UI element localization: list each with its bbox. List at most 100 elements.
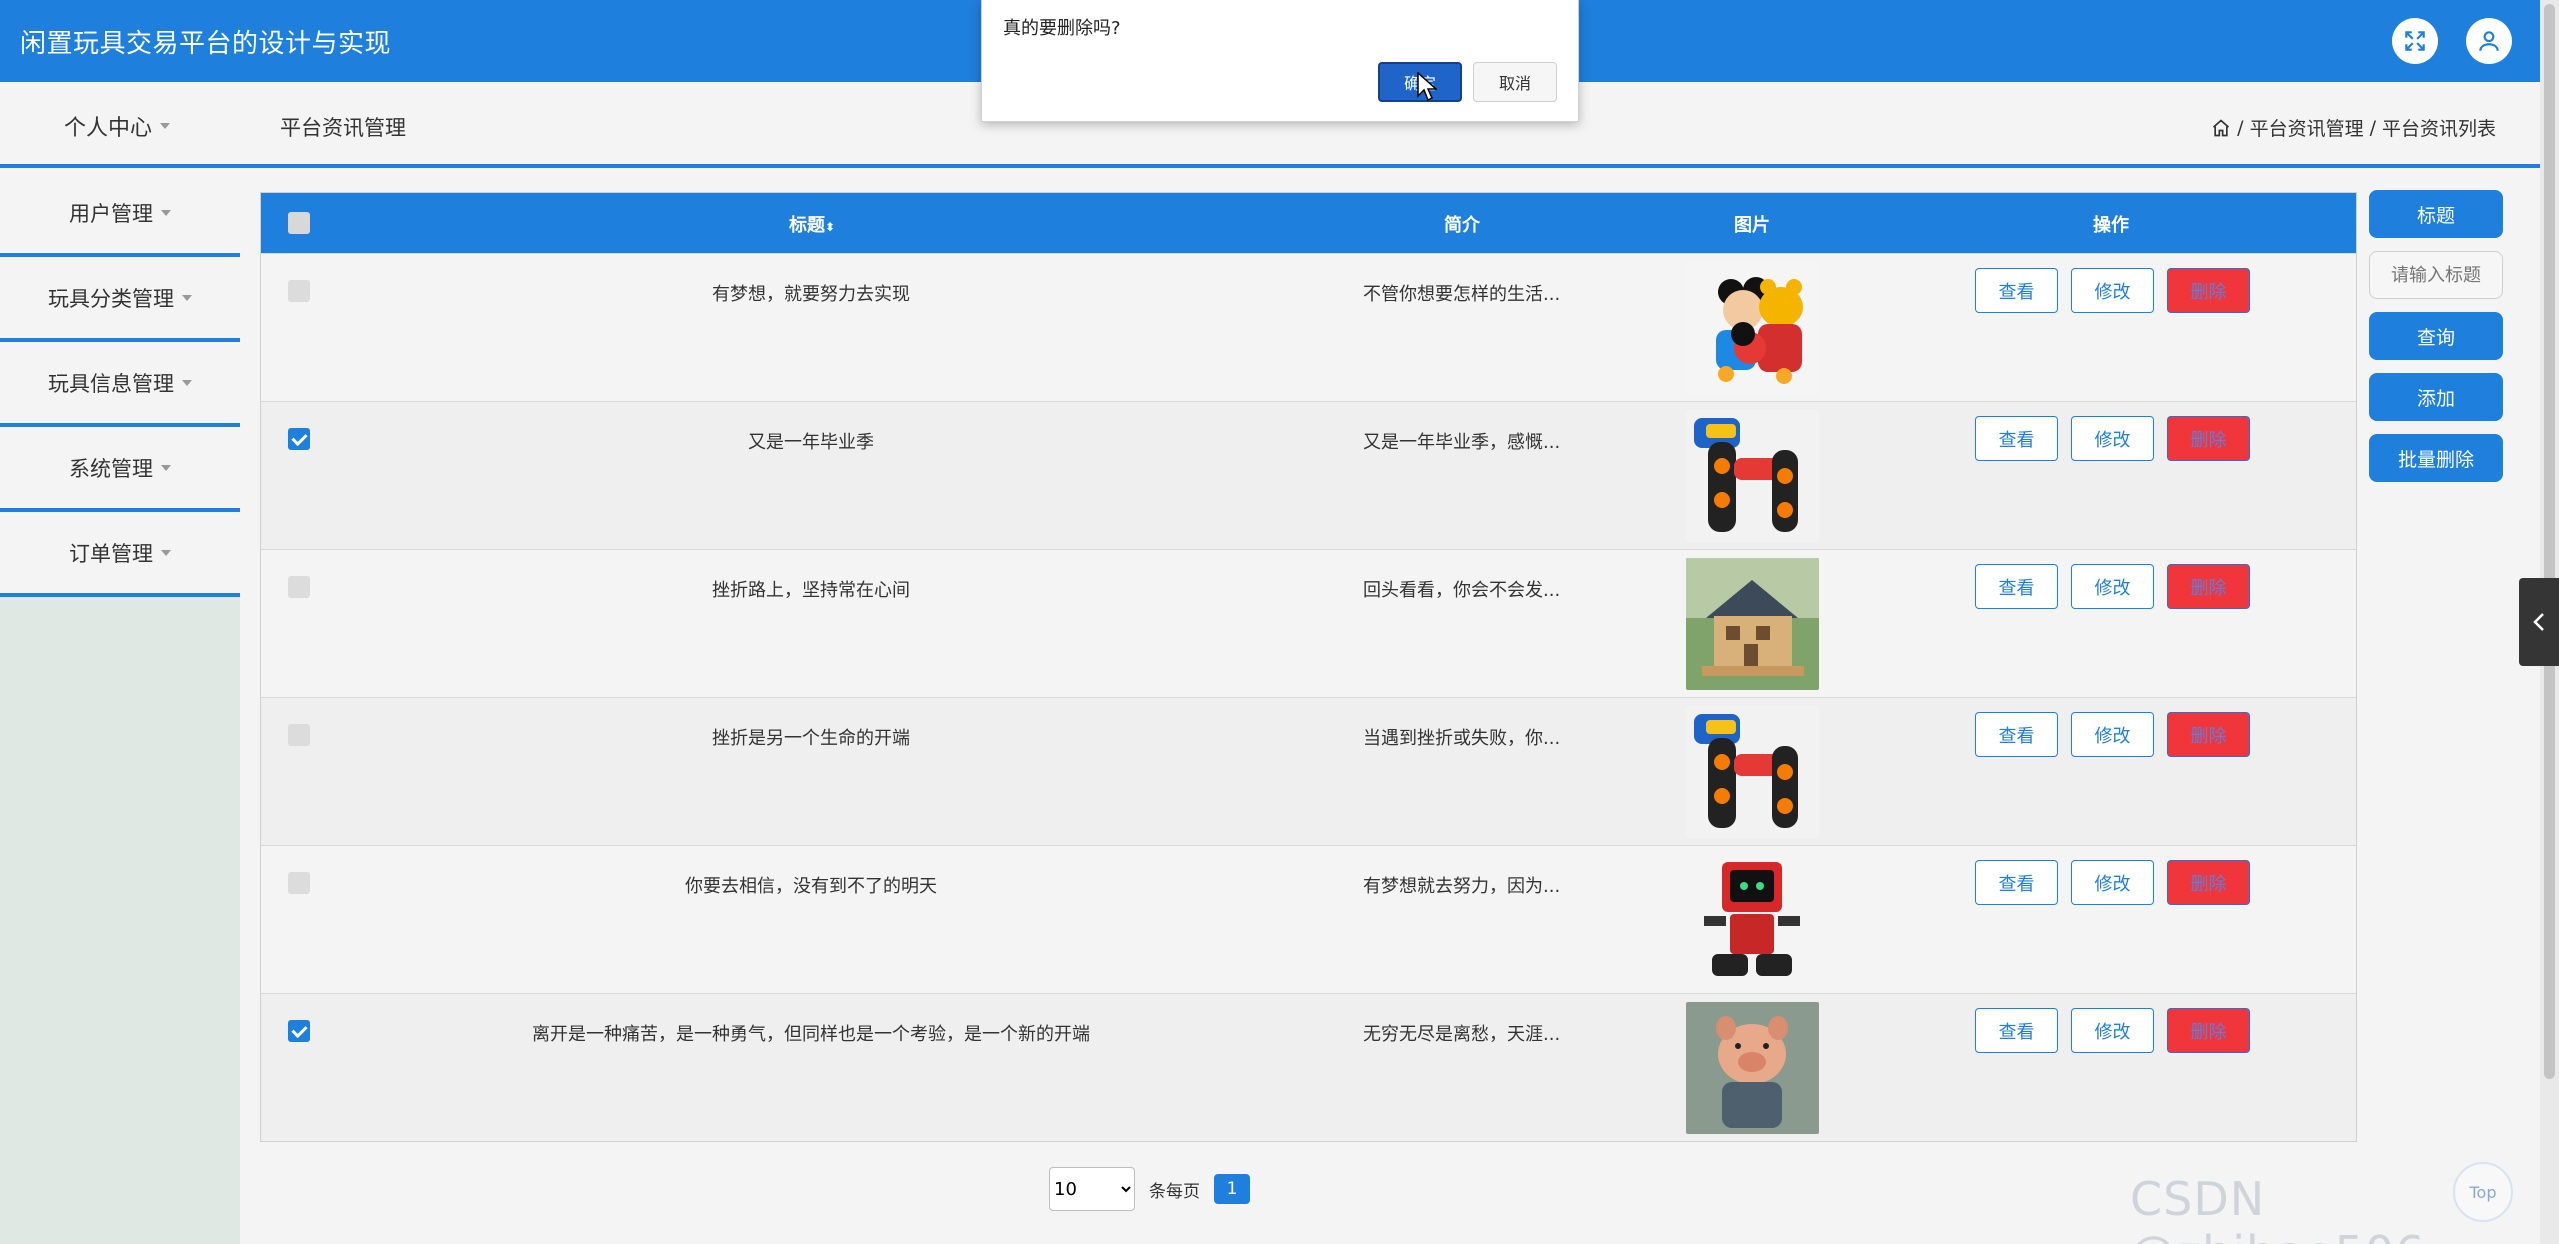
- row-intro: 不管你想要怎样的生活...: [1363, 284, 1561, 305]
- row-title: 挫折是另一个生命的开端: [712, 728, 910, 749]
- scrollbar-thumb[interactable]: [2544, 4, 2555, 1079]
- table-row: 离开是一种痛苦，是一种勇气，但同样也是一个考验，是一个新的开端 无穷无尽是离愁，…: [261, 993, 2356, 1141]
- row-title: 离开是一种痛苦，是一种勇气，但同样也是一个考验，是一个新的开端: [532, 1024, 1090, 1045]
- dialog-message: 真的要删除吗?: [1003, 18, 1121, 39]
- edit-button[interactable]: 修改: [2071, 860, 2154, 905]
- sidebar-item-label: 系统管理: [69, 456, 153, 481]
- table-row: 又是一年毕业季 又是一年毕业季，感慨... 查看 修改 删除: [261, 401, 2356, 549]
- row-image-block-toy-dog: [1686, 410, 1819, 542]
- view-button[interactable]: 查看: [1975, 564, 2058, 609]
- breadcrumb-item-news-list: 平台资讯列表: [2381, 118, 2496, 140]
- title-label-button[interactable]: 标题: [2369, 190, 2503, 238]
- row-image-red-robot: [1686, 854, 1819, 986]
- delete-button[interactable]: 删除: [2167, 1008, 2250, 1053]
- row-title: 你要去相信，没有到不了的明天: [685, 876, 937, 897]
- user-icon: [2479, 31, 2499, 51]
- query-button[interactable]: 查询: [2369, 312, 2503, 360]
- chevron-left-icon: [2533, 613, 2544, 631]
- row-title: 又是一年毕业季: [748, 432, 874, 453]
- table-row: 有梦想，就要努力去实现 不管你想要怎样的生活... 查看 修改 删除: [261, 253, 2356, 401]
- column-header-intro: 简介: [1444, 215, 1480, 236]
- batch-delete-button[interactable]: 批量删除: [2369, 434, 2503, 482]
- caret-down-icon: [160, 123, 171, 129]
- row-intro: 有梦想就去努力，因为...: [1363, 876, 1561, 897]
- page-number-current[interactable]: 1: [1214, 1174, 1250, 1204]
- delete-button[interactable]: 删除: [2167, 564, 2250, 609]
- sidebar-item-label: 用户管理: [69, 201, 153, 226]
- news-table: 标题⬍ 简介 图片 操作 有梦想，就要努力去实现 不管你想要怎样的生活... 查…: [260, 192, 2357, 1142]
- row-title: 挫折路上，坚持常在心间: [712, 580, 910, 601]
- caret-down-icon: [161, 209, 171, 216]
- select-all-checkbox[interactable]: [288, 212, 310, 234]
- caret-down-icon: [182, 379, 192, 386]
- fullscreen-button[interactable]: [2392, 18, 2438, 64]
- mouse-cursor-icon: [1417, 72, 1437, 102]
- per-page-label: 条每页: [1149, 1181, 1200, 1202]
- row-intro: 无穷无尽是离愁，天涯...: [1363, 1024, 1561, 1045]
- table-header: 标题⬍ 简介 图片 操作: [261, 193, 2356, 253]
- view-button[interactable]: 查看: [1975, 712, 2058, 757]
- sidebar-item-user-manage[interactable]: 用户管理: [0, 172, 240, 257]
- personal-center-label: 个人中心: [64, 116, 153, 141]
- sidebar-item-orders[interactable]: 订单管理: [0, 512, 240, 597]
- section-title: 平台资讯管理: [280, 116, 406, 140]
- sidebar-item-label: 玩具信息管理: [48, 371, 174, 396]
- sidebar-item-toy-category[interactable]: 玩具分类管理: [0, 257, 240, 342]
- edit-button[interactable]: 修改: [2071, 1008, 2154, 1053]
- app-title: 闲置玩具交易平台的设计与实现: [20, 28, 392, 59]
- caret-down-icon: [182, 294, 192, 301]
- table-row: 挫折路上，坚持常在心间 回头看看，你会不会发... 查看 修改 删除: [261, 549, 2356, 697]
- row-image-wooden-house: [1686, 558, 1819, 690]
- row-image-pig-figure: [1686, 1002, 1819, 1134]
- personal-center-menu[interactable]: 个人中心: [64, 110, 171, 142]
- column-header-title[interactable]: 标题⬍: [789, 211, 835, 237]
- sidebar-item-toy-info[interactable]: 玩具信息管理: [0, 342, 240, 427]
- edit-button[interactable]: 修改: [2071, 712, 2154, 757]
- delete-button[interactable]: 删除: [2167, 860, 2250, 905]
- sidebar-item-label: 订单管理: [69, 541, 153, 566]
- sidebar: 用户管理 玩具分类管理 玩具信息管理 系统管理 订单管理: [0, 172, 240, 1244]
- breadcrumb-separator: /: [2237, 116, 2244, 139]
- delete-button[interactable]: 删除: [2167, 712, 2250, 757]
- edit-button[interactable]: 修改: [2071, 268, 2154, 313]
- delete-button[interactable]: 删除: [2167, 268, 2250, 313]
- caret-down-icon: [161, 464, 171, 471]
- row-image-block-toy-dog: [1686, 706, 1819, 838]
- row-intro: 回头看看，你会不会发...: [1363, 580, 1561, 601]
- breadcrumb: / 平台资讯管理 / 平台资讯列表: [2211, 114, 2496, 141]
- search-panel: 标题 查询 添加 批量删除: [2369, 190, 2503, 495]
- edit-button[interactable]: 修改: [2071, 416, 2154, 461]
- table-row: 挫折是另一个生命的开端 当遇到挫折或失败，你... 查看 修改 删除: [261, 697, 2356, 845]
- back-to-top-button[interactable]: Top: [2453, 1162, 2513, 1222]
- view-button[interactable]: 查看: [1975, 1008, 2058, 1053]
- dialog-cancel-button[interactable]: 取消: [1473, 62, 1557, 102]
- home-icon[interactable]: [2211, 118, 2231, 138]
- row-intro: 当遇到挫折或失败，你...: [1363, 728, 1561, 749]
- table-row: 你要去相信，没有到不了的明天 有梦想就去努力，因为... 查看 修改 删除: [261, 845, 2356, 993]
- edit-button[interactable]: 修改: [2071, 564, 2154, 609]
- column-header-image: 图片: [1734, 215, 1770, 236]
- breadcrumb-item-news-manage[interactable]: 平台资讯管理: [2250, 114, 2364, 141]
- sort-icon: ⬍: [825, 220, 836, 234]
- user-avatar-button[interactable]: [2466, 18, 2512, 64]
- column-header-ops: 操作: [2093, 215, 2129, 236]
- row-title: 有梦想，就要努力去实现: [712, 284, 910, 305]
- fullscreen-icon: [2405, 31, 2425, 51]
- view-button[interactable]: 查看: [1975, 860, 2058, 905]
- confirm-dialog: 真的要删除吗? 确定 取消: [981, 0, 1579, 122]
- page-size-select[interactable]: 10: [1049, 1167, 1135, 1211]
- delete-button[interactable]: 删除: [2167, 416, 2250, 461]
- row-intro: 又是一年毕业季，感慨...: [1363, 432, 1561, 453]
- column-title-label: 标题: [789, 215, 825, 236]
- sidebar-item-label: 玩具分类管理: [48, 286, 174, 311]
- caret-down-icon: [161, 549, 171, 556]
- sidebar-item-system[interactable]: 系统管理: [0, 427, 240, 512]
- side-panel-toggle[interactable]: [2519, 578, 2559, 666]
- view-button[interactable]: 查看: [1975, 268, 2058, 313]
- row-image-mickey-plush: [1686, 262, 1819, 394]
- add-button[interactable]: 添加: [2369, 373, 2503, 421]
- view-button[interactable]: 查看: [1975, 416, 2058, 461]
- title-search-input[interactable]: [2369, 251, 2503, 299]
- pagination: 10 条每页 1: [1049, 1167, 1250, 1211]
- breadcrumb-separator: /: [2369, 116, 2376, 139]
